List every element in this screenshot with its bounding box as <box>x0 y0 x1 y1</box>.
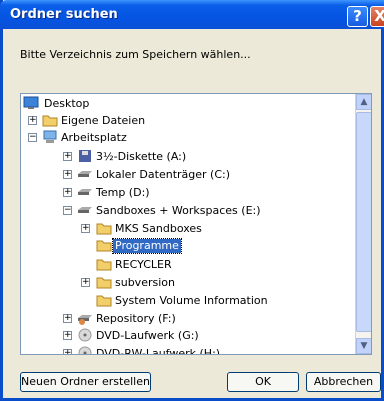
drive-icon <box>77 167 93 181</box>
close-button[interactable]: X <box>370 6 384 27</box>
tree-item-label: DVD-RW-Laufwerk (H:) <box>96 347 221 355</box>
folder-open-icon <box>96 238 112 252</box>
browse-folder-dialog: Ordner suchen ? X Bitte Verzeichnis zum … <box>0 0 384 401</box>
drive-icon <box>77 203 93 217</box>
expand-icon[interactable]: + <box>63 170 72 179</box>
tree-item-label: Eigene Dateien <box>61 114 146 127</box>
expand-icon[interactable]: + <box>81 278 90 287</box>
tree-item-label: RECYCLER <box>115 258 172 271</box>
tree-item-label: Sandboxes + Workspaces (E:) <box>96 204 261 217</box>
cancel-button[interactable]: Abbrechen <box>306 372 381 392</box>
folder-icon <box>42 113 58 127</box>
folder-icon <box>96 257 112 271</box>
tree-item-label: Arbeitsplatz <box>61 131 127 144</box>
tree-item-label: Desktop <box>44 97 90 110</box>
folder-tree[interactable]: Desktop + Eigene Dateien − Arbeitsplatz … <box>20 93 372 355</box>
expand-icon[interactable]: + <box>81 224 90 233</box>
tree-item-label: Lokaler Datenträger (C:) <box>96 168 231 181</box>
tree-item-label: MKS Sandboxes <box>115 222 202 235</box>
expand-icon[interactable]: + <box>63 349 72 354</box>
tree-item-label: Temp (D:) <box>96 186 150 199</box>
dialog-description: Bitte Verzeichnis zum Speichern wählen..… <box>20 48 251 61</box>
scroll-thumb[interactable] <box>356 112 371 332</box>
expand-icon[interactable]: + <box>63 188 72 197</box>
scroll-down-icon[interactable]: ▼ <box>356 338 371 354</box>
folder-icon <box>96 275 112 289</box>
tree-item-label: Programme <box>112 238 182 254</box>
collapse-icon[interactable]: − <box>28 133 37 142</box>
dvd-icon <box>77 346 93 354</box>
collapse-icon[interactable]: − <box>63 206 72 215</box>
ok-button[interactable]: OK <box>227 372 299 392</box>
tree-item-label: subversion <box>115 276 175 289</box>
tree-item-label: 3½-Diskette (A:) <box>96 150 187 163</box>
desktop-icon <box>23 96 39 110</box>
tree-item-label: DVD-Laufwerk (G:) <box>96 329 199 342</box>
scroll-up-icon[interactable]: ▲ <box>356 94 371 110</box>
network-drive-icon <box>77 311 93 325</box>
help-button[interactable]: ? <box>347 6 368 27</box>
dialog-title: Ordner suchen <box>10 7 118 22</box>
folder-icon <box>96 221 112 235</box>
drive-icon <box>77 185 93 199</box>
dvd-icon <box>77 328 93 342</box>
new-folder-button[interactable]: Neuen Ordner erstellen <box>20 372 151 392</box>
expand-icon[interactable]: + <box>28 116 37 125</box>
expand-icon[interactable]: + <box>63 152 72 161</box>
computer-icon <box>42 130 58 144</box>
folder-icon <box>96 293 112 307</box>
expand-icon[interactable]: + <box>63 331 72 340</box>
tree-scrollbar[interactable]: ▲ ▼ <box>355 94 371 354</box>
title-bar[interactable]: Ordner suchen ? X <box>0 0 384 29</box>
floppy-icon <box>77 149 93 163</box>
tree-item-label: Repository (F:) <box>96 312 176 325</box>
tree-item-label: System Volume Information <box>115 294 268 307</box>
expand-icon[interactable]: + <box>63 314 72 323</box>
